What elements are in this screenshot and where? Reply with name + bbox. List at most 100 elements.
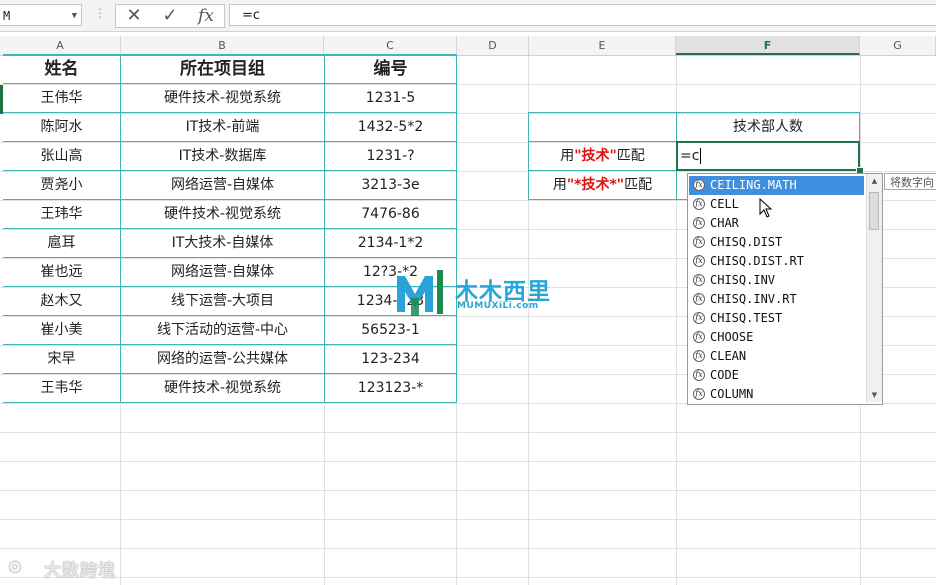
autocomplete-label: CHISQ.DIST.RT xyxy=(710,254,804,268)
match-label-1[interactable]: 用"技术"匹配 xyxy=(529,142,676,170)
cancel-icon[interactable]: ✕ xyxy=(120,5,148,27)
header-name[interactable]: 姓名 xyxy=(3,55,120,83)
header-group[interactable]: 所在项目组 xyxy=(121,55,324,83)
enter-icon[interactable]: ✓ xyxy=(156,5,184,27)
autocomplete-item[interactable]: fx CHISQ.TEST xyxy=(689,309,864,328)
bottom-watermark: 大数跨境 xyxy=(44,561,116,581)
header-number[interactable]: 编号 xyxy=(325,55,456,83)
cell-name[interactable]: 赵木又 xyxy=(3,287,120,315)
cell-name[interactable]: 扈耳 xyxy=(3,229,120,257)
cell-name[interactable]: 崔也远 xyxy=(3,258,120,286)
cell-name[interactable]: 宋早 xyxy=(3,345,120,373)
autocomplete-scrollbar[interactable]: ▲ ▼ xyxy=(866,174,882,402)
cell-group[interactable]: IT技术-前端 xyxy=(121,113,324,141)
column-header-a[interactable]: A xyxy=(0,36,121,55)
column-header-d[interactable]: D xyxy=(457,36,529,55)
formula-bar: M ▼ ⋮ ✕ ✓ fx =c xyxy=(0,0,936,32)
brand-logo-icon: ◎ xyxy=(8,556,22,575)
function-icon: fx xyxy=(693,293,705,305)
function-icon: fx xyxy=(693,369,705,381)
cell-number[interactable]: 7476-86 xyxy=(325,200,456,228)
function-icon: fx xyxy=(693,331,705,343)
cell-group[interactable]: IT技术-数据库 xyxy=(121,142,324,170)
name-box-value: M xyxy=(3,9,11,23)
match-suffix: 匹配 xyxy=(624,177,653,193)
autocomplete-item[interactable]: fx CLEAN xyxy=(689,347,864,366)
active-row-marker xyxy=(0,85,3,114)
cell-name[interactable]: 贾尧小 xyxy=(3,171,120,199)
cell-group[interactable]: 线下运营-大项目 xyxy=(121,287,324,315)
name-box[interactable]: M ▼ xyxy=(0,4,82,26)
cell-group[interactable]: IT大技术-自媒体 xyxy=(121,229,324,257)
active-cell-value: =c xyxy=(680,148,700,164)
autocomplete-item[interactable]: fx CODE xyxy=(689,366,864,385)
function-icon: fx xyxy=(693,312,705,324)
autocomplete-item[interactable]: fx CEILING.MATH xyxy=(689,176,864,195)
cell-number[interactable]: 123-234 xyxy=(325,345,456,373)
column-header-e[interactable]: E xyxy=(529,36,676,55)
insert-function-icon[interactable]: fx xyxy=(192,5,220,27)
match-keyword: "技术" xyxy=(574,148,617,164)
column-header-g[interactable]: G xyxy=(860,36,936,55)
autocomplete-item[interactable]: fx CHOOSE xyxy=(689,328,864,347)
cell-group[interactable]: 线下活动的运营-中心 xyxy=(121,316,324,344)
cell-number[interactable]: 3213-3e xyxy=(325,171,456,199)
autocomplete-item[interactable]: fx CELL xyxy=(689,195,864,214)
cell-group[interactable]: 网络的运营-公共媒体 xyxy=(121,345,324,373)
more-vertical-icon[interactable]: ⋮ xyxy=(94,6,106,20)
scroll-thumb[interactable] xyxy=(869,192,879,230)
function-autocomplete[interactable]: fx CEILING.MATH fx CELL fx CHAR fx CHISQ.DIS… xyxy=(687,173,883,405)
match-label-2[interactable]: 用"*技术*"匹配 xyxy=(529,171,676,199)
function-icon: fx xyxy=(693,217,705,229)
formula-input[interactable]: =c xyxy=(229,4,936,26)
chevron-down-icon[interactable]: ▼ xyxy=(72,5,77,25)
autocomplete-label: CHISQ.INV xyxy=(710,273,776,287)
cell-group[interactable]: 硬件技术-视觉系统 xyxy=(121,84,324,112)
match-keyword: "*技术*" xyxy=(566,177,625,193)
autocomplete-label: CHISQ.DIST xyxy=(710,235,783,249)
column-header-b[interactable]: B xyxy=(121,36,324,55)
autocomplete-item[interactable]: fx CHISQ.INV.RT xyxy=(689,290,864,309)
function-icon: fx xyxy=(693,255,705,267)
function-icon: fx xyxy=(693,274,705,286)
cell-name[interactable]: 张山高 xyxy=(3,142,120,170)
cell-group[interactable]: 网络运营-自媒体 xyxy=(121,258,324,286)
autocomplete-item[interactable]: fx COLUMN xyxy=(689,385,864,404)
formula-buttons: ✕ ✓ fx xyxy=(115,4,225,28)
cell-number[interactable]: 1432-5*2 xyxy=(325,113,456,141)
cell-group[interactable]: 硬件技术-视觉系统 xyxy=(121,200,324,228)
cell-group[interactable]: 网络运营-自媒体 xyxy=(121,171,324,199)
mouse-cursor-icon xyxy=(759,198,773,218)
autocomplete-label: CHISQ.TEST xyxy=(710,311,783,325)
scroll-down-icon[interactable]: ▼ xyxy=(867,388,882,402)
match-prefix: 用 xyxy=(552,177,567,193)
column-header-c[interactable]: C xyxy=(324,36,457,55)
active-cell-editor[interactable]: =c xyxy=(680,143,702,169)
column-header-f[interactable]: F xyxy=(676,36,860,55)
function-icon: fx xyxy=(693,388,705,400)
autocomplete-item[interactable]: fx CHISQ.DIST xyxy=(689,233,864,252)
autocomplete-label: CHOOSE xyxy=(710,330,754,344)
cell-name[interactable]: 王伟华 xyxy=(3,84,120,112)
tech-count-header[interactable]: 技术部人数 xyxy=(677,113,859,141)
cell-name[interactable]: 陈阿水 xyxy=(3,113,120,141)
cell-number[interactable]: 56523-1 xyxy=(325,316,456,344)
cell-group[interactable]: 硬件技术-视觉系统 xyxy=(121,374,324,402)
scroll-up-icon[interactable]: ▲ xyxy=(867,174,882,188)
match-prefix: 用 xyxy=(560,148,575,164)
cell-number[interactable]: 1231-5 xyxy=(325,84,456,112)
cell-number[interactable]: 2134-1*2 xyxy=(325,229,456,257)
function-tooltip: 将数字向 xyxy=(884,173,936,190)
autocomplete-label: CLEAN xyxy=(710,349,747,363)
autocomplete-item[interactable]: fx CHAR xyxy=(689,214,864,233)
autocomplete-item[interactable]: fx CHISQ.DIST.RT xyxy=(689,252,864,271)
cell-number[interactable]: 123123-* xyxy=(325,374,456,402)
active-cell[interactable] xyxy=(676,141,860,171)
cell-name[interactable]: 崔小美 xyxy=(3,316,120,344)
cell-number[interactable]: 1231-? xyxy=(325,142,456,170)
function-icon: fx xyxy=(693,350,705,362)
match-suffix: 匹配 xyxy=(616,148,645,164)
cell-name[interactable]: 王玮华 xyxy=(3,200,120,228)
cell-name[interactable]: 王韦华 xyxy=(3,374,120,402)
autocomplete-item[interactable]: fx CHISQ.INV xyxy=(689,271,864,290)
